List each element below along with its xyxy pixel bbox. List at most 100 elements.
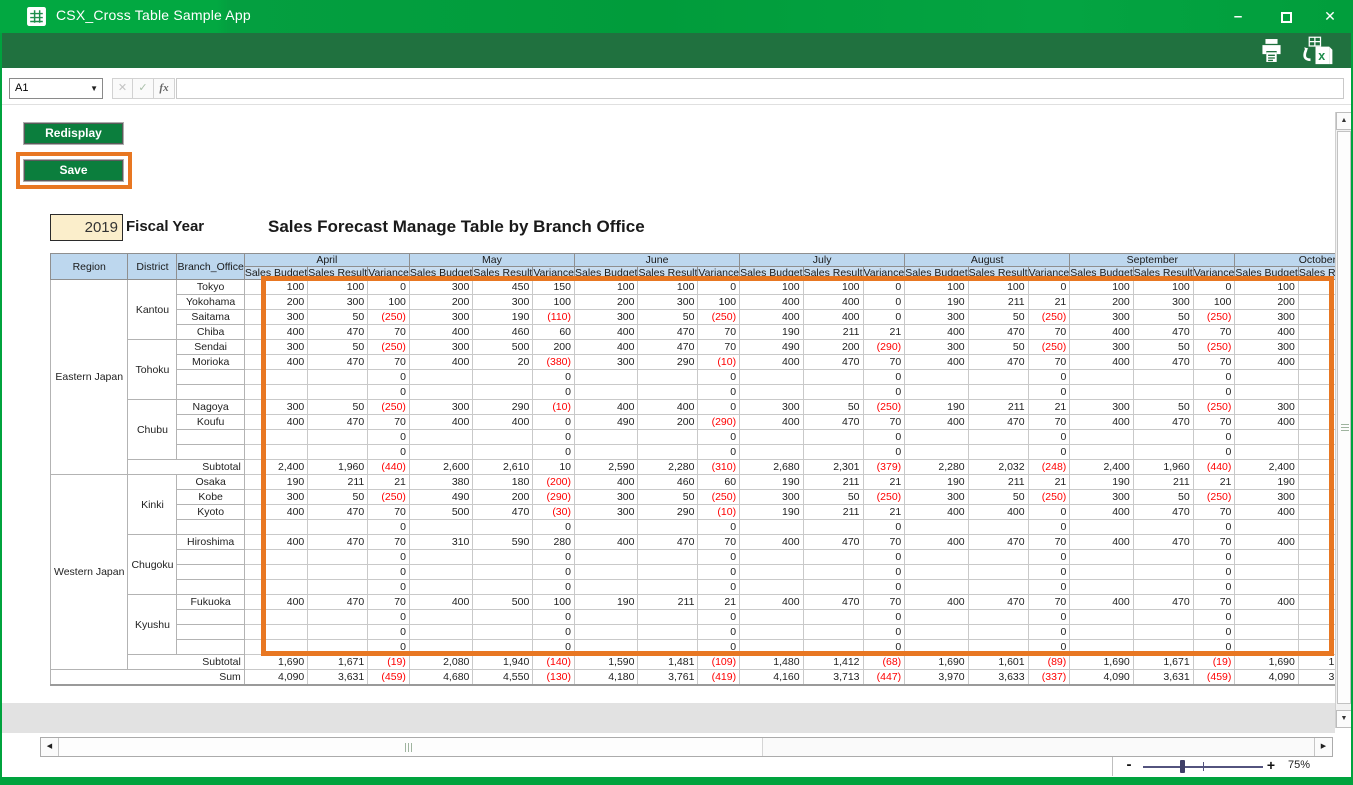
name-box[interactable]: A1 ▼ (9, 78, 103, 99)
district-cell[interactable]: Chubu (127, 399, 178, 460)
value-cell[interactable]: 1,690 (904, 654, 969, 670)
value-cell[interactable] (408, 579, 474, 595)
value-cell[interactable] (967, 429, 1029, 445)
value-cell[interactable] (1132, 444, 1194, 460)
value-cell[interactable]: 470 (1297, 534, 1335, 550)
value-cell[interactable] (967, 624, 1029, 640)
value-cell[interactable]: 211 (967, 294, 1029, 310)
value-cell[interactable]: 70 (1192, 324, 1236, 340)
value-cell[interactable]: (290) (532, 489, 575, 505)
value-cell[interactable]: 400 (243, 354, 309, 370)
value-cell[interactable]: 100 (307, 279, 369, 295)
district-cell[interactable]: Chugoku (127, 534, 178, 595)
value-cell[interactable]: 1,690 (1234, 654, 1299, 670)
value-cell[interactable] (408, 549, 474, 565)
value-cell[interactable]: (140) (532, 654, 575, 670)
value-cell[interactable]: 460 (472, 324, 534, 340)
value-cell[interactable]: 100 (532, 294, 575, 310)
value-cell[interactable] (307, 579, 369, 595)
value-cell[interactable]: 190 (904, 294, 969, 310)
value-cell[interactable] (904, 549, 969, 565)
value-cell[interactable]: (440) (367, 459, 410, 475)
value-cell[interactable] (243, 564, 309, 580)
value-cell[interactable]: 211 (802, 504, 864, 520)
value-cell[interactable]: 470 (307, 414, 369, 430)
value-cell[interactable] (1297, 444, 1335, 460)
value-cell[interactable]: 400 (1069, 504, 1134, 520)
value-cell[interactable]: 70 (1027, 414, 1071, 430)
value-cell[interactable]: 400 (1234, 354, 1299, 370)
value-cell[interactable]: 400 (739, 294, 804, 310)
value-cell[interactable]: 21 (862, 474, 906, 490)
value-cell[interactable]: 380 (408, 474, 474, 490)
chevron-down-icon[interactable]: ▼ (90, 79, 98, 98)
value-cell[interactable]: 300 (408, 339, 474, 355)
value-cell[interactable]: 0 (367, 369, 410, 385)
value-cell[interactable]: 300 (1069, 309, 1134, 325)
value-cell[interactable]: 0 (697, 384, 741, 400)
value-cell[interactable]: 400 (243, 594, 309, 610)
value-cell[interactable]: 3,631 (1132, 669, 1194, 686)
value-cell[interactable] (637, 624, 699, 640)
value-cell[interactable] (243, 429, 309, 445)
value-cell[interactable] (739, 579, 804, 595)
value-cell[interactable]: 300 (408, 399, 474, 415)
value-cell[interactable]: 50 (802, 399, 864, 415)
value-cell[interactable]: 400 (1234, 594, 1299, 610)
value-cell[interactable]: (10) (697, 504, 741, 520)
value-cell[interactable]: 0 (862, 609, 906, 625)
value-cell[interactable] (1069, 579, 1134, 595)
value-cell[interactable]: 200 (532, 339, 575, 355)
value-cell[interactable] (307, 444, 369, 460)
value-cell[interactable]: (10) (532, 399, 575, 415)
zoom-in-button[interactable]: + (1264, 757, 1278, 773)
value-cell[interactable] (307, 369, 369, 385)
branch-cell[interactable]: Chiba (176, 324, 245, 340)
value-cell[interactable]: 0 (367, 579, 410, 595)
value-cell[interactable]: 500 (408, 504, 474, 520)
value-cell[interactable]: 1,940 (472, 654, 534, 670)
value-cell[interactable]: 300 (904, 309, 969, 325)
sub-header[interactable]: Sales Budget (243, 266, 309, 280)
value-cell[interactable]: 0 (862, 579, 906, 595)
value-cell[interactable]: 70 (1192, 504, 1236, 520)
value-cell[interactable]: 0 (1192, 609, 1236, 625)
value-cell[interactable]: 21 (1192, 474, 1236, 490)
value-cell[interactable]: 0 (1027, 609, 1071, 625)
value-cell[interactable]: 21 (367, 474, 410, 490)
value-cell[interactable]: 4,090 (1069, 669, 1134, 686)
value-cell[interactable] (573, 624, 639, 640)
value-cell[interactable]: 490 (573, 414, 639, 430)
vertical-scrollbar[interactable]: ▲ ▼ (1335, 112, 1352, 728)
value-cell[interactable]: 0 (367, 564, 410, 580)
branch-cell[interactable]: Yokohama (176, 294, 245, 310)
value-cell[interactable]: 290 (637, 504, 699, 520)
save-button[interactable]: Save (23, 159, 124, 182)
value-cell[interactable]: 470 (1132, 354, 1194, 370)
value-cell[interactable]: (250) (1192, 309, 1236, 325)
value-cell[interactable]: 280 (532, 534, 575, 550)
scroll-up-icon[interactable]: ▲ (1336, 112, 1352, 130)
value-cell[interactable] (739, 519, 804, 535)
value-cell[interactable] (904, 639, 969, 655)
value-cell[interactable]: 400 (904, 504, 969, 520)
value-cell[interactable] (1069, 564, 1134, 580)
value-cell[interactable] (1234, 369, 1299, 385)
value-cell[interactable] (739, 369, 804, 385)
value-cell[interactable]: 300 (637, 294, 699, 310)
value-cell[interactable]: 200 (1234, 294, 1299, 310)
value-cell[interactable]: 470 (802, 354, 864, 370)
value-cell[interactable] (1132, 609, 1194, 625)
value-cell[interactable]: 211 (307, 474, 369, 490)
value-cell[interactable]: 0 (862, 384, 906, 400)
value-cell[interactable]: 0 (1027, 579, 1071, 595)
value-cell[interactable] (1234, 384, 1299, 400)
value-cell[interactable]: 60 (532, 324, 575, 340)
value-cell[interactable]: 70 (697, 339, 741, 355)
value-cell[interactable]: 400 (573, 399, 639, 415)
value-cell[interactable] (1069, 444, 1134, 460)
value-cell[interactable] (1234, 549, 1299, 565)
value-cell[interactable] (243, 384, 309, 400)
value-cell[interactable]: 590 (472, 534, 534, 550)
corner-header[interactable]: District (127, 253, 178, 280)
